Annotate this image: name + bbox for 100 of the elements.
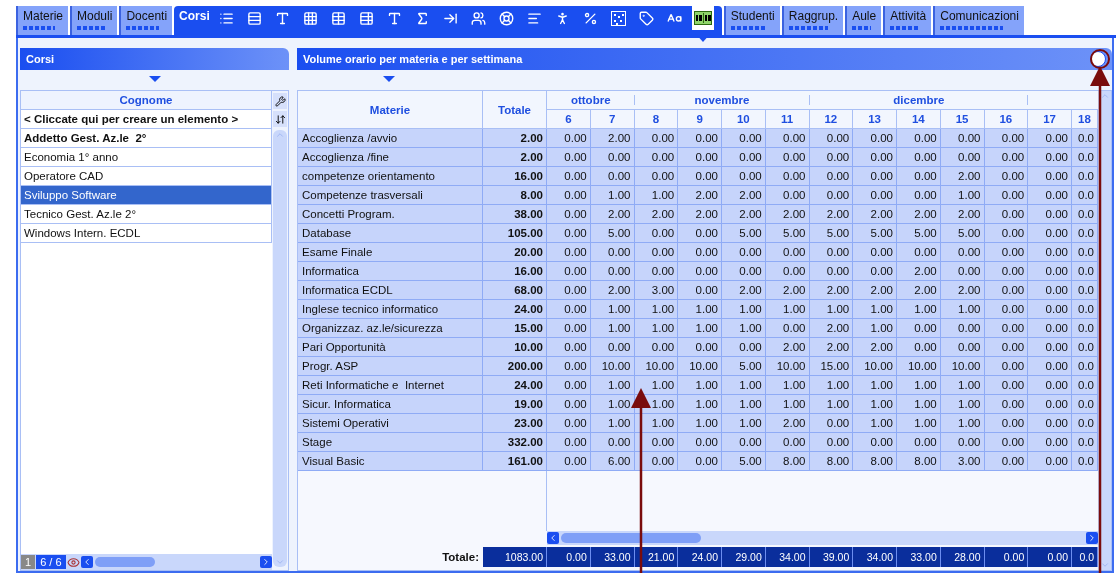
tab[interactable]: Materie: [16, 6, 68, 35]
table-cell: 5.00: [853, 224, 897, 243]
dropdown-arrow-icon[interactable]: [148, 76, 161, 82]
page-number: 1: [21, 555, 36, 569]
table-cell: 0.0: [1072, 395, 1098, 414]
tab[interactable]: Attività: [883, 6, 932, 35]
subject-cell: Concetti Program.: [298, 205, 483, 224]
table-cell: 0.00: [547, 186, 591, 205]
column-header[interactable]: Cognome: [21, 91, 272, 109]
table-cell: 1.00: [722, 414, 766, 433]
week-header: 18: [1072, 110, 1098, 129]
table-cell: 0.00: [1028, 357, 1072, 376]
sort-icon[interactable]: [273, 111, 287, 127]
scroll-left-button[interactable]: [80, 556, 93, 568]
course-row[interactable]: Sviluppo Software: [21, 186, 272, 204]
table-cell: 0.00: [547, 414, 591, 433]
eye-icon[interactable]: [66, 555, 80, 569]
table-cell: 1.00: [853, 319, 897, 338]
chevron-down-icon[interactable]: [1099, 560, 1110, 570]
table-cell: 0.00: [940, 148, 985, 167]
table-cell: 0.00: [590, 338, 635, 357]
table-cell: 0.00: [809, 243, 854, 262]
table-cell: 1.00: [940, 414, 985, 433]
table-cell: 0.00: [984, 224, 1029, 243]
table-cell: 2.00: [765, 205, 810, 224]
table-cell: 0.00: [853, 262, 897, 281]
week-header: 6: [547, 110, 591, 129]
week-header: 14: [897, 110, 941, 129]
table-cell: 0.00: [634, 433, 679, 452]
tab[interactable]: Docenti: [119, 6, 173, 35]
record-count: 6 / 6: [36, 555, 66, 569]
table-cell: 1.00: [809, 300, 854, 319]
total-cell: 33.00: [590, 547, 635, 567]
table-cell: 1.00: [940, 395, 985, 414]
scroll-right-button[interactable]: [1086, 532, 1098, 544]
wrench-icon[interactable]: [273, 93, 287, 109]
table-cell: 1.00: [853, 376, 897, 395]
table-cell: 0.00: [984, 376, 1029, 395]
table-cell: 10.00: [853, 357, 897, 376]
table-cell: 0.0: [1072, 338, 1098, 357]
table-cell: 1.00: [853, 414, 897, 433]
table-cell: 8.00: [897, 452, 941, 471]
table-cell: 1.00: [634, 300, 679, 319]
dropdown-arrow-icon[interactable]: [383, 76, 395, 82]
table-cell: 0.00: [940, 338, 985, 357]
subject-cell: Pari Opportunità: [298, 338, 483, 357]
week-header: 9: [678, 110, 722, 129]
total-cell: 23.00: [483, 414, 547, 433]
tab[interactable]: Moduli: [70, 6, 118, 35]
total-cell: 0.0: [1072, 547, 1098, 567]
table-cell: 0.00: [1028, 129, 1072, 148]
table-cell: 1.00: [853, 300, 897, 319]
table-cell: 1.00: [722, 376, 766, 395]
week-header: 15: [940, 110, 985, 129]
tab[interactable]: Comunicazioni: [933, 6, 1024, 35]
scroll-thumb[interactable]: [94, 557, 155, 567]
week-header: 13: [853, 110, 897, 129]
column-header[interactable]: Totale: [483, 91, 547, 129]
table-cell: 0.00: [678, 167, 722, 186]
table-cell: 0.00: [984, 148, 1029, 167]
table-cell: 0.00: [634, 167, 679, 186]
tab[interactable]: Studenti: [723, 6, 780, 35]
total-cell: 8.00: [483, 186, 547, 205]
table-cell: 0.00: [678, 129, 722, 148]
table-cell: 0.00: [547, 205, 591, 224]
scroll-left-button[interactable]: [547, 532, 559, 544]
total-cell: 16.00: [483, 167, 547, 186]
total-cell: 332.00: [483, 433, 547, 452]
column-header[interactable]: Materie: [298, 91, 483, 129]
table-cell: 1.00: [897, 414, 941, 433]
horizontal-scrollbar[interactable]: [547, 531, 1098, 545]
table-cell: 6.00: [590, 452, 635, 471]
table-cell: 0.00: [590, 148, 635, 167]
table-cell: 0.00: [809, 414, 854, 433]
table-cell: 0.00: [547, 224, 591, 243]
table-cell: 0.00: [634, 243, 679, 262]
subject-cell: Inglese tecnico informatico: [298, 300, 483, 319]
table-cell: 2.00: [940, 167, 985, 186]
subject-cell: Stage: [298, 433, 483, 452]
subject-cell: Progr. ASP: [298, 357, 483, 376]
total-cell: 0.00: [1028, 547, 1072, 567]
table-cell: 0.00: [984, 262, 1029, 281]
tab[interactable]: Raggrup.: [781, 6, 844, 35]
table-cell: 5.00: [940, 224, 985, 243]
table-cell: 2.00: [765, 414, 810, 433]
chevron-up-icon[interactable]: [1099, 91, 1110, 101]
table-cell: 5.00: [722, 357, 766, 376]
scroll-thumb[interactable]: [561, 533, 701, 543]
horizontal-scrollbar[interactable]: [80, 555, 272, 569]
month-header: dicembre: [809, 91, 1029, 110]
tab[interactable]: Aule: [845, 6, 882, 35]
table-cell: 5.00: [722, 452, 766, 471]
table-cell: 0.00: [853, 129, 897, 148]
annotation-circle: [1090, 49, 1110, 69]
table-cell: 0.00: [722, 243, 766, 262]
subject-cell: Informatica ECDL: [298, 281, 483, 300]
scroll-right-button[interactable]: [260, 556, 272, 568]
table-cell: 2.00: [897, 262, 941, 281]
table-cell: 0.00: [678, 243, 722, 262]
table-cell: 0.00: [722, 129, 766, 148]
